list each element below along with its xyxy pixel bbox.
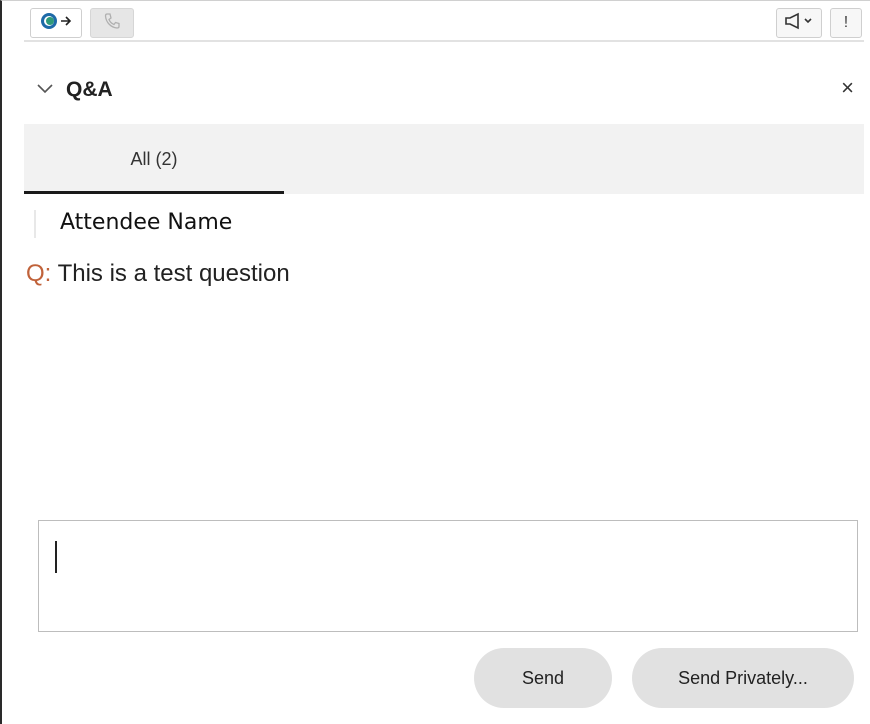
send-privately-button[interactable]: Send Privately... [632, 648, 854, 708]
message-author: Attendee Name [60, 210, 233, 235]
megaphone-icon [783, 11, 815, 36]
panel-header: Q&A × [24, 62, 864, 118]
question-input[interactable] [38, 520, 858, 632]
question-message: Q: This is a test question [26, 260, 290, 288]
close-icon[interactable]: × [841, 76, 854, 100]
send-button[interactable]: Send [474, 648, 612, 708]
tab-all[interactable]: All (2) [24, 124, 284, 194]
question-prefix: Q: [26, 260, 52, 287]
selected-tab-indicator [24, 191, 284, 194]
more-options-label: ! [843, 14, 849, 31]
qa-tab-bar: All (2) [24, 124, 864, 194]
audio-connect-button[interactable] [90, 8, 134, 38]
connection-status-button[interactable] [30, 8, 82, 38]
text-cursor [55, 541, 57, 573]
message-divider [34, 210, 36, 238]
collapse-chevron-icon[interactable] [36, 82, 54, 100]
announcement-menu-button[interactable] [776, 8, 822, 38]
connected-status-icon [39, 11, 73, 36]
tab-all-label: All (2) [130, 148, 178, 169]
more-options-button[interactable]: ! [830, 8, 862, 38]
question-text: This is a test question [51, 260, 290, 287]
panel-title: Q&A [66, 78, 113, 101]
panel-toolbar: ! [24, 6, 864, 42]
phone-icon [102, 11, 122, 36]
